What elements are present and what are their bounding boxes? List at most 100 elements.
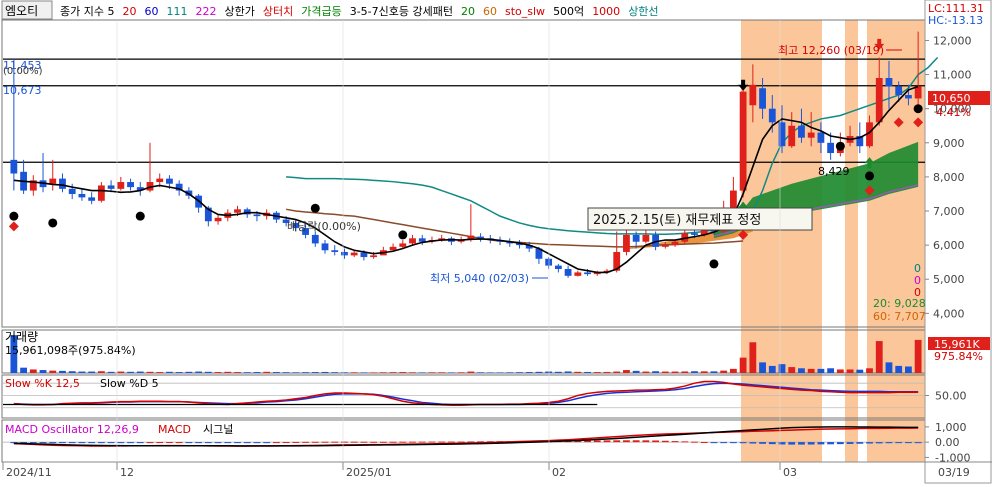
volume-bar <box>88 371 96 373</box>
y-tick-label: 8,000 <box>933 171 965 184</box>
volume-bar <box>49 370 57 373</box>
macd-osc-bar <box>720 442 728 444</box>
macd-osc-bar <box>875 442 883 444</box>
volume-bar <box>477 372 484 373</box>
candle-body <box>759 88 766 109</box>
volume-bar <box>204 371 212 373</box>
background <box>0 0 992 484</box>
macd-osc-bar <box>97 442 105 444</box>
y-tick-label: 9,000 <box>933 137 965 150</box>
x-tick-label: 12 <box>120 466 134 479</box>
macd-osc-bar <box>632 440 640 443</box>
volume-bar <box>438 372 446 373</box>
candle-body <box>59 178 66 189</box>
volume-bar <box>253 372 261 373</box>
volume-bar <box>409 372 416 373</box>
candle-body <box>321 243 329 251</box>
macd-osc-bar <box>691 441 698 443</box>
volume-bar <box>234 372 241 373</box>
volume-bar <box>827 368 835 373</box>
volume-bar <box>467 371 475 373</box>
candle-body <box>554 265 562 270</box>
candle-body <box>78 193 86 198</box>
volume-bar <box>807 368 815 373</box>
volume-bar <box>282 372 290 373</box>
volume-bar <box>195 371 203 373</box>
legend-item: 222 <box>195 5 216 18</box>
macd-osc-bar <box>253 442 261 444</box>
macd-osc-bar <box>204 442 212 444</box>
candle-body <box>370 255 378 258</box>
volume-bar <box>214 372 222 373</box>
macd-signal-title: 시그널 <box>203 423 233 436</box>
candle-body <box>341 251 348 256</box>
macd-osc-bar <box>438 441 446 443</box>
candle-body <box>68 188 76 194</box>
volume-bar <box>341 372 348 373</box>
macd-osc-bar <box>399 441 407 443</box>
volume-bar <box>856 369 864 373</box>
volume-bar <box>156 372 164 373</box>
macd-osc-bar <box>146 442 154 444</box>
volume-bar <box>166 371 173 373</box>
candle-body <box>88 197 96 201</box>
level-label-10673: 10,673 <box>3 84 42 97</box>
volume-bar <box>632 370 640 373</box>
macd-osc-bar <box>866 442 873 444</box>
macd-osc-bar <box>914 442 922 444</box>
legend-item: 60 <box>483 5 497 18</box>
volume-bar <box>20 367 27 373</box>
hc-label: HC:-13.13 <box>928 14 983 27</box>
stoch-k-title: Slow %K 12,5 <box>5 377 80 390</box>
candle-body <box>127 182 134 188</box>
macd-osc-bar <box>729 442 737 444</box>
candle-body <box>253 214 261 217</box>
macd-osc-title: MACD Oscillator 12,26,9 <box>5 423 139 436</box>
volume-bar <box>506 372 514 373</box>
macd-osc-bar <box>49 442 57 444</box>
signal-dot <box>9 211 19 221</box>
macd-osc-bar <box>350 441 358 443</box>
candle-body <box>418 238 426 242</box>
volume-bar <box>759 362 766 373</box>
candle-body <box>905 95 912 99</box>
stock-chart-window: 엠오티 종가 지수 5 20 60 111 222 상한가 상터치 가격급등 3-5-7신호등 강… <box>0 0 992 484</box>
volume-bar <box>700 371 708 373</box>
candle-body <box>798 125 805 138</box>
volume-bar <box>428 372 436 373</box>
volume-value: 15,961,098주(975.84%) <box>5 344 136 357</box>
macd-osc-bar <box>185 442 193 444</box>
macd-osc-bar <box>895 442 903 444</box>
volume-bar <box>710 371 718 373</box>
volume-bar <box>652 371 660 373</box>
legend-item: 20 <box>461 5 475 18</box>
volume-bar <box>175 372 183 373</box>
candle-body <box>642 234 650 242</box>
volume-bar <box>457 372 465 373</box>
volume-bar <box>360 372 368 373</box>
macd-osc-bar <box>107 442 115 444</box>
volume-bar <box>243 372 251 373</box>
macd-osc-bar <box>428 441 436 443</box>
candle-body <box>691 233 698 235</box>
volume-bar <box>613 371 621 373</box>
y-tick-label: 11,000 <box>933 69 972 82</box>
volume-bar <box>691 371 698 373</box>
volume-bar <box>895 365 903 373</box>
candle-body <box>739 91 747 191</box>
stock-name: 엠오티 <box>5 4 38 18</box>
legend-item: 60 <box>144 5 158 18</box>
volume-bar <box>136 371 144 373</box>
volume-bar <box>331 372 339 373</box>
x-tick-label: 03 <box>783 466 797 479</box>
macd-osc-bar <box>263 442 271 444</box>
x-tick-label: 02 <box>552 466 566 479</box>
macd-osc-bar <box>642 440 650 443</box>
macd-osc-bar <box>195 442 203 444</box>
volume-bar <box>224 371 232 373</box>
volume-bar <box>603 371 611 373</box>
volume-bar <box>525 372 533 373</box>
macd-title: MACD <box>158 423 191 436</box>
volume-bar <box>516 372 523 373</box>
macd-osc-bar <box>457 441 465 443</box>
